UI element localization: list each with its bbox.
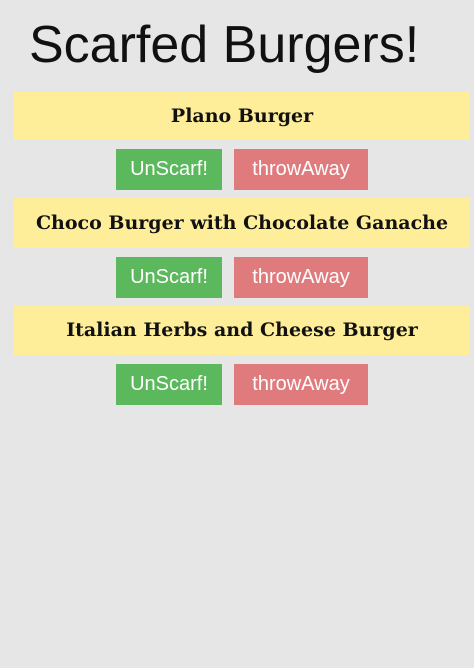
burger-actions: UnScarf! throwAway — [14, 355, 470, 413]
burger-item: Plano Burger UnScarf! throwAway — [14, 92, 470, 198]
burger-actions: UnScarf! throwAway — [14, 248, 470, 306]
burger-item: Italian Herbs and Cheese Burger UnScarf!… — [14, 306, 470, 413]
burger-name: Italian Herbs and Cheese Burger — [14, 306, 470, 355]
burger-name: Plano Burger — [14, 92, 470, 140]
unscarf-button[interactable]: UnScarf! — [116, 256, 222, 298]
throw-away-button[interactable]: throwAway — [234, 256, 368, 298]
throw-away-button[interactable]: throwAway — [234, 148, 368, 190]
burger-item: Choco Burger with Chocolate Ganache UnSc… — [14, 198, 470, 306]
unscarf-button[interactable]: UnScarf! — [116, 363, 222, 405]
throw-away-button[interactable]: throwAway — [234, 363, 368, 405]
scarfed-burger-list: Plano Burger UnScarf! throwAway Choco Bu… — [14, 92, 470, 413]
burger-name: Choco Burger with Chocolate Ganache — [14, 198, 470, 248]
burger-actions: UnScarf! throwAway — [14, 140, 470, 198]
page-title: Scarfed Burgers! — [29, 16, 420, 74]
unscarf-button[interactable]: UnScarf! — [116, 148, 222, 190]
